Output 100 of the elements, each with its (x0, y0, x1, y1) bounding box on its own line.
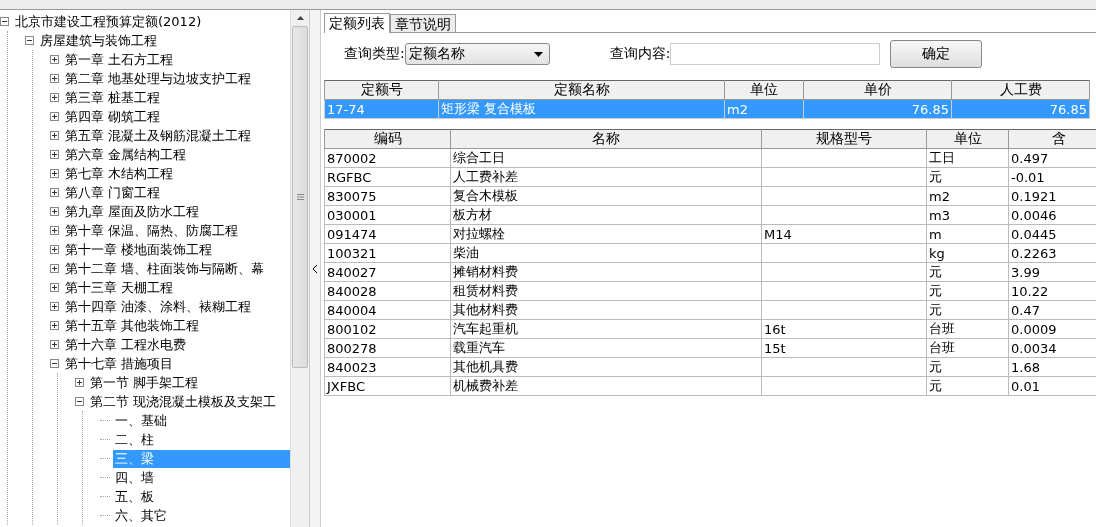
table-cell: RGFBC (324, 167, 451, 187)
query-content-label: 查询内容: (609, 45, 671, 63)
table-cell: 091474 (324, 224, 451, 244)
table-cell: m3 (926, 205, 1009, 225)
tree-item[interactable]: 第一章 土石方工程 (63, 50, 176, 69)
collapse-icon[interactable] (75, 397, 84, 406)
tree-item[interactable]: 第九章 屋面及防水工程 (63, 202, 202, 221)
tree-item[interactable]: 第十五章 其他装饰工程 (63, 316, 202, 335)
expand-icon[interactable] (50, 245, 59, 254)
tree-item[interactable]: 第四章 砌筑工程 (63, 107, 163, 126)
collapse-icon[interactable] (25, 36, 34, 45)
expand-icon[interactable] (50, 188, 59, 197)
table-cell: 800278 (324, 338, 451, 358)
expand-icon[interactable] (50, 150, 59, 159)
table-cell: 机械费补差 (450, 376, 762, 396)
collapse-icon[interactable] (50, 359, 59, 368)
table-cell: 台班 (926, 338, 1009, 358)
tree-item[interactable]: 第十一章 楼地面装饰工程 (63, 240, 215, 259)
tab[interactable]: 章节说明 (390, 14, 456, 32)
table-cell: 租赁材料费 (450, 281, 762, 301)
tree-item[interactable]: 第三章 桩基工程 (63, 88, 163, 107)
table-cell: M14 (761, 224, 927, 244)
expand-icon[interactable] (50, 340, 59, 349)
table-cell: 复合木模板 (450, 186, 762, 206)
table-cell: 载重汽车 (450, 338, 762, 358)
tree-item[interactable]: 第八章 门窗工程 (63, 183, 163, 202)
table-cell: 15t (761, 338, 927, 358)
table-cell: JXFBC (324, 376, 451, 396)
column-header[interactable]: 编码 (324, 129, 451, 149)
tree-item[interactable]: 第六章 金属结构工程 (63, 145, 189, 164)
dropdown-arrow-icon[interactable] (533, 51, 543, 57)
table-cell: 元 (926, 262, 1009, 282)
expand-icon[interactable] (50, 112, 59, 121)
table-cell: m (926, 224, 1009, 244)
table-cell: 840023 (324, 357, 451, 377)
table-cell: 840027 (324, 262, 451, 282)
table-cell: 工日 (926, 148, 1009, 168)
table-cell: 030001 (324, 205, 451, 225)
table-cell: m2 (926, 186, 1009, 206)
tree-item[interactable]: 第十章 保温、隔热、防腐工程 (63, 221, 241, 240)
column-header[interactable]: 单位 (926, 129, 1009, 149)
table-cell: 其他机具费 (450, 357, 762, 377)
expand-icon[interactable] (50, 302, 59, 311)
query-type-label: 查询类型: (344, 45, 405, 63)
expand-icon[interactable] (50, 74, 59, 83)
collapse-left-icon[interactable] (312, 264, 318, 273)
column-header[interactable]: 规格型号 (761, 129, 927, 149)
query-content-field[interactable] (670, 43, 881, 65)
expand-icon[interactable] (50, 207, 59, 216)
expand-icon[interactable] (50, 226, 59, 235)
scrollbar[interactable] (290, 10, 309, 527)
expand-icon[interactable] (50, 264, 59, 273)
table-cell: 对拉螺栓 (450, 224, 762, 244)
tree-item[interactable]: 第七章 木结构工程 (63, 164, 176, 183)
tree-item[interactable]: 五、板 (113, 487, 156, 506)
expand-icon[interactable] (50, 131, 59, 140)
column-header[interactable]: 人工费 (951, 80, 1090, 100)
tree-item[interactable]: 第五章 混凝土及钢筋混凝土工程 (63, 126, 254, 145)
expand-icon[interactable] (50, 93, 59, 102)
scroll-up-icon[interactable] (296, 16, 304, 20)
tree-item[interactable]: 第十七章 措施项目 (63, 354, 176, 373)
column-header[interactable]: 定额号 (324, 80, 439, 100)
tree-item[interactable]: 第十二章 墙、柱面装饰与隔断、幕 (63, 259, 267, 278)
column-header[interactable]: 定额名称 (438, 80, 725, 100)
expand-icon[interactable] (50, 283, 59, 292)
column-header[interactable]: 单价 (803, 80, 952, 100)
query-type-dropdown[interactable]: 定额名称 (404, 43, 550, 65)
expand-icon[interactable] (50, 169, 59, 178)
table-cell: 800102 (324, 319, 451, 339)
tree-item[interactable]: 第二节 现浇混凝土模板及支架工 (88, 392, 279, 411)
tab[interactable]: 定额列表 (324, 13, 390, 33)
tree-item[interactable]: 六、其它 (113, 506, 169, 525)
tree-item[interactable]: 第一节 脚手架工程 (88, 373, 201, 392)
expand-icon[interactable] (50, 55, 59, 64)
tree-item[interactable]: 第十六章 工程水电费 (63, 335, 189, 354)
expand-icon[interactable] (75, 378, 84, 387)
table-cell: 板方材 (450, 205, 762, 225)
tree-item[interactable]: 第十三章 天棚工程 (63, 278, 176, 297)
tree-item[interactable]: 四、墙 (113, 468, 156, 487)
tree-item[interactable]: 北京市建设工程预算定额(2012) (13, 12, 204, 31)
table-cell: 840028 (324, 281, 451, 301)
column-header[interactable]: 含 (1008, 129, 1096, 149)
table-cell: 其他材料费 (450, 300, 762, 320)
tree-item[interactable]: 一、基础 (113, 411, 169, 430)
scroll-thumb[interactable] (292, 26, 308, 368)
collapse-icon[interactable] (0, 17, 9, 26)
expand-icon[interactable] (50, 321, 59, 330)
column-header[interactable]: 名称 (450, 129, 762, 149)
table-cell: 16t (761, 319, 927, 339)
table-cell: 人工费补差 (450, 167, 762, 187)
tree-item[interactable]: 二、柱 (113, 430, 156, 449)
tree-item[interactable]: 第十四章 油漆、涂料、裱糊工程 (63, 297, 254, 316)
column-header[interactable]: 单位 (724, 80, 804, 100)
table-cell: 830075 (324, 186, 451, 206)
tree-item[interactable]: 房屋建筑与装饰工程 (38, 31, 159, 50)
confirm-button[interactable]: 确定 (890, 40, 983, 68)
table-cell: 元 (926, 300, 1009, 320)
table-cell: 元 (926, 357, 1009, 377)
table-cell: 综合工日 (450, 148, 762, 168)
tree-item[interactable]: 第二章 地基处理与边坡支护工程 (63, 69, 254, 88)
